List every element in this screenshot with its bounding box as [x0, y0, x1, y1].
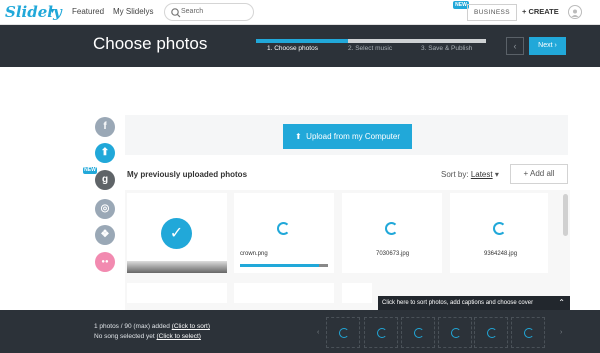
- instagram-icon[interactable]: ◎: [95, 199, 115, 219]
- photo-tile-selected[interactable]: ✓: [127, 193, 227, 273]
- photo-filename: crown.png: [240, 251, 268, 257]
- photo-filename: 7030673.jpg: [376, 251, 410, 257]
- photo-tile-row2[interactable]: [127, 283, 227, 303]
- photo-tile-row2[interactable]: [342, 283, 372, 303]
- tooltip-text: Click here to sort photos, add captions …: [382, 300, 534, 306]
- photo-tile[interactable]: 9364248.jpg: [450, 193, 548, 273]
- flickr-icon[interactable]: ●●: [95, 252, 115, 272]
- photo-slot[interactable]: [364, 317, 398, 348]
- sort-dropdown[interactable]: Latest: [471, 170, 493, 179]
- user-icon[interactable]: [568, 5, 582, 19]
- photo-thumbnail: [127, 261, 227, 273]
- loading-spinner-icon: [493, 222, 506, 235]
- photo-slot[interactable]: [438, 317, 472, 348]
- wizard-progress-fill: [256, 39, 348, 43]
- add-all-button[interactable]: + Add all: [510, 164, 568, 184]
- photo-slot[interactable]: [474, 317, 508, 348]
- song-status-text: No song selected yet: [94, 333, 155, 340]
- loading-spinner-icon: [487, 328, 497, 338]
- facebook-icon[interactable]: f: [95, 117, 115, 137]
- sort-tooltip[interactable]: Click here to sort photos, add captions …: [378, 296, 570, 310]
- library-title: My previously uploaded photos: [127, 170, 248, 179]
- upload-icon[interactable]: ⬆: [95, 143, 115, 163]
- upload-arrow-icon: ⬆: [295, 132, 307, 141]
- wizard-header: Choose photos 1. Choose photos 2. Select…: [0, 25, 600, 67]
- photo-tile[interactable]: crown.png: [234, 193, 334, 273]
- nav-my-slidelys[interactable]: My Slidelys: [113, 7, 153, 16]
- song-status: No song selected yet (Click to select): [94, 333, 201, 340]
- new-source-badge: NEW: [83, 167, 97, 174]
- photos-count-text: 1 photos / 90 (max) added: [94, 323, 170, 330]
- loading-spinner-icon: [339, 328, 349, 338]
- nav-featured[interactable]: Featured: [72, 7, 104, 16]
- selection-footer: 1 photos / 90 (max) added (Click to sort…: [0, 310, 600, 353]
- step-select-music[interactable]: 2. Select music: [348, 45, 392, 52]
- photo-slot[interactable]: [511, 317, 545, 348]
- scroll-right-arrow-icon[interactable]: ›: [560, 329, 562, 336]
- upload-from-computer-button[interactable]: ⬆ Upload from my Computer: [283, 124, 412, 149]
- top-navbar: Slidely ▼ Featured My Slidelys Search NE…: [0, 0, 600, 25]
- photo-tile[interactable]: 7030673.jpg: [342, 193, 442, 273]
- click-to-select-link[interactable]: (Click to select): [157, 333, 201, 340]
- upload-button-label: Upload from my Computer: [306, 132, 400, 141]
- dropbox-icon[interactable]: ❖: [95, 225, 115, 245]
- photo-slot[interactable]: [401, 317, 435, 348]
- photo-slot[interactable]: [326, 317, 360, 348]
- loading-spinner-icon: [277, 222, 290, 235]
- loading-spinner-icon: [451, 328, 461, 338]
- business-button[interactable]: BUSINESS: [467, 4, 517, 21]
- sort-control[interactable]: Sort by: Latest ▾: [441, 170, 499, 179]
- photos-count: 1 photos / 90 (max) added (Click to sort…: [94, 323, 210, 330]
- loading-spinner-icon: [377, 328, 387, 338]
- google-icon[interactable]: g: [95, 170, 115, 190]
- loading-spinner-icon: [524, 328, 534, 338]
- scroll-left-arrow-icon[interactable]: ‹: [317, 329, 319, 336]
- step-choose-photos[interactable]: 1. Choose photos: [267, 45, 318, 52]
- loading-spinner-icon: [414, 328, 424, 338]
- wizard-progress: [256, 39, 486, 43]
- photo-filename: 9364248.jpg: [484, 251, 518, 257]
- sort-label: Sort by:: [441, 170, 469, 179]
- prev-button[interactable]: ‹: [506, 37, 524, 55]
- loading-spinner-icon: [385, 222, 398, 235]
- upload-panel: ⬆ Upload from my Computer: [125, 115, 568, 155]
- search-box[interactable]: Search: [164, 3, 254, 21]
- click-to-sort-link[interactable]: (Click to sort): [172, 323, 210, 330]
- grid-scrollbar[interactable]: [563, 194, 568, 236]
- search-input[interactable]: Search: [181, 8, 203, 15]
- photo-tile-row2[interactable]: [234, 283, 334, 303]
- step-save-publish[interactable]: 3. Save & Publish: [421, 45, 472, 52]
- sort-caret-icon: ▾: [492, 170, 499, 179]
- logo-dropdown-icon[interactable]: ▼: [49, 8, 56, 15]
- next-button[interactable]: Next ›: [529, 37, 566, 55]
- upload-progress-fill: [240, 264, 320, 267]
- create-button[interactable]: + CREATE: [522, 7, 559, 16]
- upload-progress-track: [240, 264, 328, 267]
- chevron-up-icon[interactable]: ⌃: [558, 296, 565, 310]
- selected-check-icon: ✓: [161, 218, 192, 249]
- page-title: Choose photos: [93, 34, 208, 53]
